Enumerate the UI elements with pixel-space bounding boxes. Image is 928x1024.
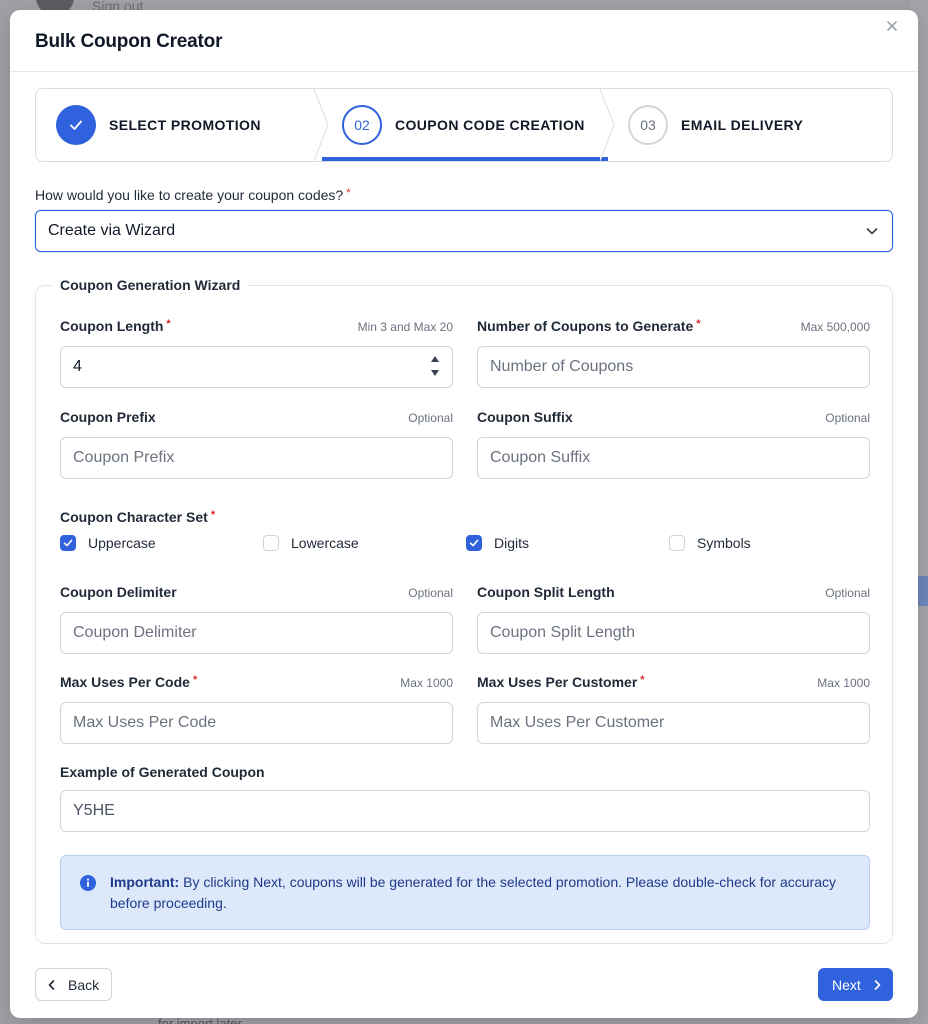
coupon-length-field: Coupon Length * Min 3 and Max 20 <box>60 318 453 388</box>
next-label: Next <box>832 976 861 993</box>
back-button[interactable]: Back <box>35 968 112 1001</box>
step-separator <box>600 89 615 161</box>
max-uses-per-customer-field: Max Uses Per Customer * Max 1000 <box>477 674 870 744</box>
wizard-stepper: SELECT PROMOTION 02 COUPON CODE CREATION… <box>35 88 893 162</box>
lowercase-label: Lowercase <box>291 535 359 551</box>
coupon-split-length-hint: Optional <box>825 586 870 600</box>
coupon-suffix-hint: Optional <box>825 411 870 425</box>
step-number: 03 <box>628 105 668 145</box>
chevron-left-icon <box>48 979 55 990</box>
num-coupons-input[interactable] <box>477 346 870 388</box>
caret-up-icon[interactable] <box>430 355 440 363</box>
coupon-suffix-input[interactable] <box>477 437 870 479</box>
chevron-down-icon <box>866 228 878 235</box>
step-number: 02 <box>342 105 382 145</box>
step-email-delivery[interactable]: 03 EMAIL DELIVERY <box>608 89 892 161</box>
max-uses-per-code-input[interactable] <box>60 702 453 744</box>
checkbox-unchecked-icon[interactable] <box>263 535 279 551</box>
digits-checkbox[interactable]: Digits <box>466 535 529 551</box>
creation-method-value: Create via Wizard <box>48 222 176 239</box>
step-label: EMAIL DELIVERY <box>681 117 804 133</box>
creation-method-question: How would you like to create your coupon… <box>35 187 344 203</box>
coupon-suffix-label: Coupon Suffix <box>477 409 573 425</box>
charset-label: Coupon Character Set * <box>60 509 216 525</box>
next-button[interactable]: Next <box>818 968 893 1001</box>
symbols-label: Symbols <box>697 535 751 551</box>
digits-label: Digits <box>494 535 530 551</box>
max-uses-per-code-field: Max Uses Per Code * Max 1000 <box>60 674 453 744</box>
max-uses-per-customer-hint: Max 1000 <box>817 676 870 690</box>
coupon-split-length-label: Coupon Split Length <box>477 584 615 600</box>
number-stepper[interactable] <box>429 355 441 377</box>
coupon-prefix-field: Coupon Prefix Optional <box>60 409 453 479</box>
checkbox-checked-icon[interactable] <box>466 535 482 551</box>
coupon-length-input[interactable] <box>60 346 453 388</box>
checkbox-unchecked-icon[interactable] <box>669 535 685 551</box>
coupon-suffix-field: Coupon Suffix Optional <box>477 409 870 479</box>
modal-title: Bulk Coupon Creator <box>35 31 223 52</box>
step-label: COUPON CODE CREATION <box>395 117 585 133</box>
coupon-delimiter-field: Coupon Delimiter Optional <box>60 584 453 654</box>
step-coupon-code-creation[interactable]: 02 COUPON CODE CREATION <box>322 89 615 161</box>
num-coupons-label: Number of Coupons to Generate * <box>477 318 701 334</box>
max-uses-per-code-label: Max Uses Per Code * <box>60 674 198 690</box>
required-mark: * <box>346 187 351 199</box>
step-label: SELECT PROMOTION <box>109 117 261 133</box>
uppercase-checkbox[interactable]: Uppercase <box>60 535 156 551</box>
coupon-prefix-label: Coupon Prefix <box>60 409 156 425</box>
creation-method-select[interactable]: Create via Wizard <box>35 210 893 252</box>
coupon-delimiter-hint: Optional <box>408 586 453 600</box>
num-coupons-field: Number of Coupons to Generate * Max 500,0… <box>477 318 870 388</box>
modal-header: Bulk Coupon Creator <box>10 10 918 72</box>
uppercase-label: Uppercase <box>88 535 156 551</box>
checkbox-checked-icon[interactable] <box>60 535 76 551</box>
step-separator <box>314 89 329 161</box>
max-uses-per-code-hint: Max 1000 <box>400 676 453 690</box>
coupon-split-length-input[interactable] <box>477 612 870 654</box>
bulk-coupon-modal: Bulk Coupon Creator SELECT PROMOTION 02 … <box>10 10 918 1018</box>
charset-options: Uppercase Lowercase Digits Symbols <box>60 535 870 555</box>
close-icon[interactable] <box>883 19 901 37</box>
chevron-right-icon <box>874 979 881 990</box>
back-label: Back <box>68 976 100 993</box>
notice-text: Important: By clicking Next, coupons wil… <box>110 874 837 911</box>
max-uses-per-customer-label: Max Uses Per Customer * <box>477 674 645 690</box>
coupon-generation-wizard: Coupon Generation Wizard Coupon Length * … <box>35 277 893 944</box>
caret-down-icon[interactable] <box>430 369 440 377</box>
symbols-checkbox[interactable]: Symbols <box>669 535 751 551</box>
coupon-delimiter-input[interactable] <box>60 612 453 654</box>
example-coupon-value: Y5HE <box>60 790 870 832</box>
creation-method-label: How would you like to create your coupon… <box>35 187 350 203</box>
coupon-prefix-input[interactable] <box>60 437 453 479</box>
important-notice: Important: By clicking Next, coupons wil… <box>60 855 870 930</box>
num-coupons-hint: Max 500,000 <box>800 320 870 334</box>
coupon-prefix-hint: Optional <box>408 411 453 425</box>
active-step-indicator <box>322 157 608 161</box>
wizard-legend: Coupon Generation Wizard <box>52 277 249 293</box>
lowercase-checkbox[interactable]: Lowercase <box>263 535 359 551</box>
step-select-promotion[interactable]: SELECT PROMOTION <box>36 89 329 161</box>
info-icon <box>80 875 96 891</box>
max-uses-per-customer-input[interactable] <box>477 702 870 744</box>
coupon-length-label: Coupon Length * <box>60 318 171 334</box>
coupon-delimiter-label: Coupon Delimiter <box>60 584 177 600</box>
check-icon <box>56 105 96 145</box>
coupon-split-length-field: Coupon Split Length Optional <box>477 584 870 654</box>
example-coupon-label: Example of Generated Coupon <box>60 764 265 780</box>
coupon-length-hint: Min 3 and Max 20 <box>357 320 453 334</box>
